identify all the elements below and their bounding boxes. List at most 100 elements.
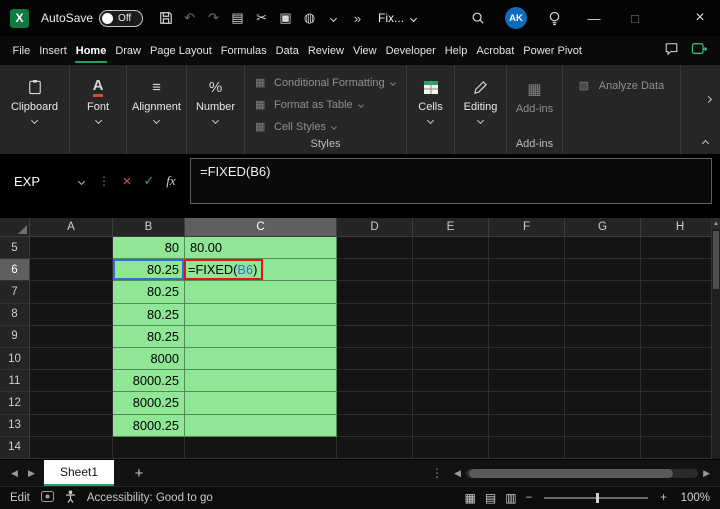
cell-C7[interactable] (185, 281, 337, 304)
cell-A13[interactable] (30, 414, 113, 437)
cell-D11[interactable] (337, 370, 413, 393)
select-all-corner[interactable] (0, 218, 30, 237)
comment-icon[interactable] (664, 42, 679, 59)
cell-E13[interactable] (413, 414, 489, 437)
menu-data[interactable]: Data (271, 36, 303, 65)
cell-H10[interactable] (641, 347, 720, 371)
tab-splitter-icon[interactable]: ⋮ (431, 466, 443, 480)
menu-page-layout[interactable]: Page Layout (145, 36, 216, 65)
menu-home[interactable]: Home (71, 36, 111, 65)
next-sheet-icon[interactable]: ▶ (23, 468, 40, 479)
cell-G8[interactable] (565, 303, 641, 326)
cell-B6[interactable]: 80.25 (113, 259, 185, 282)
normal-view-icon[interactable]: ▦ (465, 491, 476, 505)
collapse-ribbon-icon[interactable] (701, 139, 710, 148)
page-layout-view-icon[interactable]: ▤ (485, 491, 496, 505)
globe-icon[interactable]: ◍ (299, 8, 320, 28)
cell-B13[interactable]: 8000.25 (113, 414, 185, 437)
cell-B5[interactable]: 80 (113, 237, 185, 260)
cell-A5[interactable] (30, 237, 113, 260)
cell-A12[interactable] (30, 392, 113, 415)
chevron-down-icon[interactable] (323, 8, 344, 28)
cell-C8[interactable] (185, 303, 337, 326)
cell-D10[interactable] (337, 347, 413, 371)
cell-H6[interactable] (641, 259, 720, 282)
cell-B7[interactable]: 80.25 (113, 281, 185, 304)
cell-C9[interactable] (185, 325, 337, 348)
row-header-13[interactable]: 13 (0, 414, 30, 437)
avatar[interactable]: AK (505, 7, 527, 29)
cell-F8[interactable] (489, 303, 565, 326)
scroll-up-icon[interactable]: ▲ (712, 218, 720, 229)
maximize-button[interactable]: □ (623, 11, 647, 26)
sheet-tab-sheet1[interactable]: Sheet1 (44, 460, 115, 486)
cell-A6[interactable] (30, 259, 113, 282)
cell-B14[interactable] (113, 436, 185, 459)
cell-G9[interactable] (565, 325, 641, 348)
column-header-e[interactable]: E (413, 218, 489, 237)
cell-A10[interactable] (30, 347, 113, 371)
column-header-d[interactable]: D (337, 218, 413, 237)
number-button[interactable]: % Number (187, 65, 244, 154)
undo-icon[interactable]: ↶ (179, 8, 200, 28)
cell-styles-button[interactable]: ▦ Cell Styles (245, 116, 406, 137)
cell-C6-editing[interactable]: =FIXED( B6 ) (184, 259, 337, 282)
cell-D6[interactable] (337, 259, 413, 282)
cell-H12[interactable] (641, 392, 720, 415)
copy-icon[interactable]: ▤ (227, 8, 248, 28)
formula-input[interactable]: =FIXED(B6) (190, 158, 712, 204)
expand-pane-icon[interactable] (704, 95, 713, 104)
enter-button[interactable]: ✓ (138, 170, 160, 192)
cell-B8[interactable]: 80.25 (113, 303, 185, 326)
accessibility-status[interactable]: Accessibility: Good to go (87, 492, 213, 504)
lightbulb-icon[interactable] (544, 8, 565, 28)
cell-F11[interactable] (489, 370, 565, 393)
column-header-h[interactable]: H (641, 218, 720, 237)
cell-H11[interactable] (641, 370, 720, 393)
menu-developer[interactable]: Developer (381, 36, 440, 65)
row-header-11[interactable]: 11 (0, 370, 30, 393)
menu-view[interactable]: View (348, 36, 381, 65)
cell-B10[interactable]: 8000 (113, 347, 185, 371)
cell-E11[interactable] (413, 370, 489, 393)
horizontal-scrollbar-track[interactable] (465, 468, 699, 478)
autosave-control[interactable]: AutoSave Off (41, 9, 144, 27)
cell-G10[interactable] (565, 347, 641, 371)
alignment-button[interactable]: ≡ Alignment (127, 65, 186, 154)
save-icon[interactable] (155, 8, 176, 28)
file-name-dropdown[interactable]: Fix... (378, 11, 418, 25)
name-box-splitter-icon[interactable]: ⋮ (92, 174, 116, 188)
cell-D12[interactable] (337, 392, 413, 415)
cell-A8[interactable] (30, 303, 113, 326)
menu-insert[interactable]: Insert (35, 36, 72, 65)
cell-A11[interactable] (30, 370, 113, 393)
page-break-view-icon[interactable]: ▥ (505, 491, 516, 505)
format-as-table-button[interactable]: ▦ Format as Table (245, 94, 406, 115)
cell-F9[interactable] (489, 325, 565, 348)
cell-F6[interactable] (489, 259, 565, 282)
cell-G5[interactable] (565, 237, 641, 260)
editing-button[interactable]: Editing (455, 65, 506, 154)
column-header-c[interactable]: C (185, 218, 337, 237)
menu-formulas[interactable]: Formulas (216, 36, 271, 65)
cell-A14[interactable] (30, 436, 113, 459)
column-header-f[interactable]: F (489, 218, 565, 237)
excel-logo-icon[interactable]: X (10, 8, 29, 28)
cell-C5[interactable]: 80.00 (185, 237, 337, 260)
zoom-slider-thumb[interactable] (596, 493, 600, 503)
row-header-14[interactable]: 14 (0, 436, 30, 459)
cell-H9[interactable] (641, 325, 720, 348)
cell-C13[interactable] (185, 414, 337, 437)
cell-D8[interactable] (337, 303, 413, 326)
column-header-g[interactable]: G (565, 218, 641, 237)
cell-E10[interactable] (413, 347, 489, 371)
cell-B9[interactable]: 80.25 (113, 325, 185, 348)
add-sheet-button[interactable]: + (130, 465, 148, 482)
cell-G14[interactable] (565, 436, 641, 459)
scroll-right-icon[interactable]: ▶ (703, 468, 710, 479)
menu-help[interactable]: Help (440, 36, 472, 65)
vertical-scrollbar[interactable]: ▲ (711, 218, 720, 459)
clipboard-button[interactable]: Clipboard (0, 65, 69, 154)
font-button[interactable]: A Font (70, 65, 126, 154)
zoom-in-button[interactable]: + (660, 492, 667, 504)
